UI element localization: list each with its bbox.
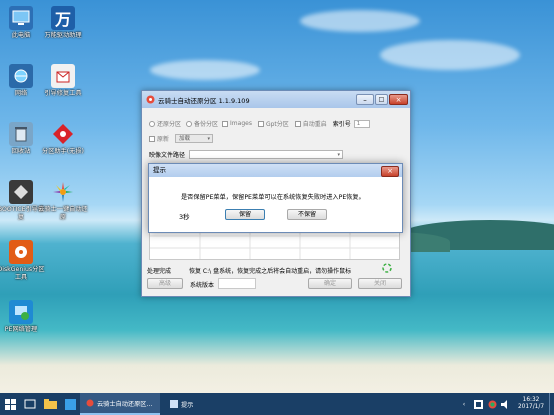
taskbar: 云骑士自动还原区... 提示 ‹ 16:32 2017/1/7 bbox=[0, 393, 554, 415]
taskbar-item-label: 云骑士自动还原区... bbox=[97, 400, 153, 408]
backup-label: 备份分区 bbox=[194, 121, 219, 128]
boot-repair-icon bbox=[51, 64, 75, 88]
image-path-label: 映像文件路径 bbox=[149, 152, 186, 159]
wan-driver-icon: 万 bbox=[51, 6, 75, 30]
gpt-checkbox[interactable] bbox=[257, 120, 264, 127]
clock-date: 2017/1/7 bbox=[517, 404, 545, 410]
cloud bbox=[150, 60, 260, 80]
desktop-icon-label: 万能驱动助理 bbox=[44, 32, 82, 39]
minimize-button[interactable]: – bbox=[356, 94, 374, 105]
status-text: 恢复 C:\ 盘系统，恢复完成之后将会自动重启，请勿操作鼠标 bbox=[189, 268, 352, 275]
tray-volume[interactable] bbox=[499, 393, 513, 415]
recycle-bin-icon bbox=[9, 122, 33, 146]
windows-logo-icon bbox=[4, 398, 16, 410]
image-path-select[interactable]: ▾ bbox=[189, 150, 344, 159]
yunqishi-icon bbox=[51, 180, 75, 204]
prompt-dialog: 提示 × 是否保留PE菜单，保留PE菜单可以在系统恢复失败时进入PE恢复。 3秒… bbox=[148, 163, 403, 233]
restore-radio[interactable] bbox=[149, 120, 155, 127]
countdown-text: 3秒 bbox=[179, 213, 190, 221]
confirm-button[interactable]: 确定 bbox=[308, 278, 352, 289]
cloud bbox=[380, 40, 520, 70]
desktop-icon-label: DiskGenius分区工具 bbox=[0, 266, 45, 281]
tray-chevron[interactable]: ‹ bbox=[457, 393, 471, 415]
taskbar-item-restore[interactable]: 云骑士自动还原区... bbox=[80, 393, 160, 415]
task-view-button[interactable] bbox=[20, 393, 40, 415]
options-row: 还原分区 备份分区 Images Gpt分区 自动重启 索引号 1 bbox=[149, 119, 370, 128]
window-icon bbox=[170, 400, 178, 408]
auto-reboot-label: 自动重启 bbox=[302, 121, 327, 128]
chevron-down-icon: ▾ bbox=[207, 136, 211, 142]
desktop-icon-pe-network[interactable]: PE网络管理 bbox=[0, 300, 47, 334]
status-row: 处理完成 恢复 C:\ 盘系统，恢复完成之后将会自动重启，请勿操作鼠标 bbox=[147, 266, 351, 275]
backup-radio[interactable] bbox=[186, 120, 193, 127]
taskbar-item-prompt[interactable]: 提示 bbox=[164, 393, 244, 415]
status-label: 处理完成 bbox=[147, 268, 172, 275]
taskbar-item-label: 提示 bbox=[181, 401, 194, 409]
image-path-row: 映像文件路径 ▾ bbox=[149, 150, 344, 159]
system-version-label: 系统版本 bbox=[190, 282, 215, 289]
shield-icon bbox=[473, 399, 483, 409]
tray-color[interactable] bbox=[485, 393, 499, 415]
partition-assistant-icon bbox=[51, 122, 75, 146]
chevron-down-icon: ▾ bbox=[337, 152, 341, 158]
restore-label: 还原分区 bbox=[157, 121, 182, 128]
auto-reboot-checkbox[interactable] bbox=[294, 120, 301, 127]
source-checkbox[interactable] bbox=[149, 135, 155, 142]
cancel-button[interactable]: 关闭 bbox=[358, 278, 402, 289]
advanced-button[interactable]: 高级 bbox=[147, 278, 183, 289]
dialog-close-button[interactable]: × bbox=[381, 166, 399, 177]
app-logo-icon bbox=[86, 399, 94, 407]
pe-network-icon bbox=[9, 300, 33, 324]
show-desktop-button[interactable] bbox=[549, 393, 554, 415]
index-label: 索引号 bbox=[332, 121, 351, 128]
bootice-icon bbox=[9, 180, 33, 204]
cloud bbox=[300, 10, 420, 32]
tray-security[interactable] bbox=[471, 393, 485, 415]
task-view-icon bbox=[24, 399, 36, 409]
desktop-icon-boot-repair[interactable]: 引导修复工具 bbox=[37, 64, 89, 98]
dialog-title: 提示 bbox=[149, 164, 402, 177]
dialog-message: 是否保留PE菜单，保留PE菜单可以在系统恢复失败时进入PE恢复。 bbox=[181, 194, 365, 201]
tray-clock[interactable]: 16:32 2017/1/7 bbox=[513, 393, 549, 415]
desktop-icon-yunqishi[interactable]: 云骑士一键自动还原 bbox=[37, 180, 89, 222]
chevron-up-icon: ‹ bbox=[462, 400, 466, 408]
discard-pe-button[interactable]: 不保留 bbox=[287, 209, 327, 220]
computer-icon bbox=[9, 6, 33, 30]
network-icon bbox=[9, 64, 33, 88]
app-icon bbox=[64, 398, 76, 410]
diskgenius-icon bbox=[9, 240, 33, 264]
folder-icon bbox=[43, 399, 57, 409]
desktop-icon-wan-driver[interactable]: 万 万能驱动助理 bbox=[37, 6, 89, 40]
color-wheel-icon bbox=[488, 400, 496, 408]
desktop-icon-partition-assistant[interactable]: 分区助手(无损) bbox=[37, 122, 89, 156]
keep-pe-button[interactable]: 保留 bbox=[225, 209, 265, 220]
speaker-icon bbox=[501, 399, 507, 409]
desktop-icon-label: 分区助手(无损) bbox=[42, 148, 84, 155]
window-title: 云骑士自动还原分区 1.1.9.109 bbox=[158, 96, 250, 105]
source-row: 原新 加载 ▾ bbox=[149, 134, 214, 143]
desktop-icon-label: PE网络管理 bbox=[4, 326, 38, 333]
desktop-icon-label: 云骑士一键自动还原 bbox=[38, 206, 88, 221]
desktop-icon-label: 引导修复工具 bbox=[44, 90, 82, 97]
desktop-icon-diskgenius[interactable]: DiskGenius分区工具 bbox=[0, 240, 47, 282]
maximize-button[interactable]: □ bbox=[375, 94, 388, 105]
gpt-label: Gpt分区 bbox=[265, 121, 289, 128]
start-button[interactable] bbox=[0, 393, 20, 415]
source-label: 原新 bbox=[157, 136, 170, 143]
source-select[interactable]: 加载 ▾ bbox=[175, 134, 214, 143]
app-logo-icon bbox=[146, 95, 155, 104]
system-version-field[interactable] bbox=[218, 278, 256, 289]
loading-spinner-icon bbox=[382, 263, 392, 273]
clock-time: 16:32 bbox=[522, 397, 540, 403]
close-button[interactable]: × bbox=[389, 94, 408, 105]
images-label: Images bbox=[230, 120, 252, 127]
taskbar-app-icon[interactable] bbox=[60, 393, 80, 415]
index-input[interactable]: 1 bbox=[353, 119, 370, 128]
taskbar-file-explorer[interactable] bbox=[40, 393, 60, 415]
source-select-value: 加载 bbox=[179, 136, 191, 142]
images-checkbox[interactable] bbox=[222, 120, 229, 127]
